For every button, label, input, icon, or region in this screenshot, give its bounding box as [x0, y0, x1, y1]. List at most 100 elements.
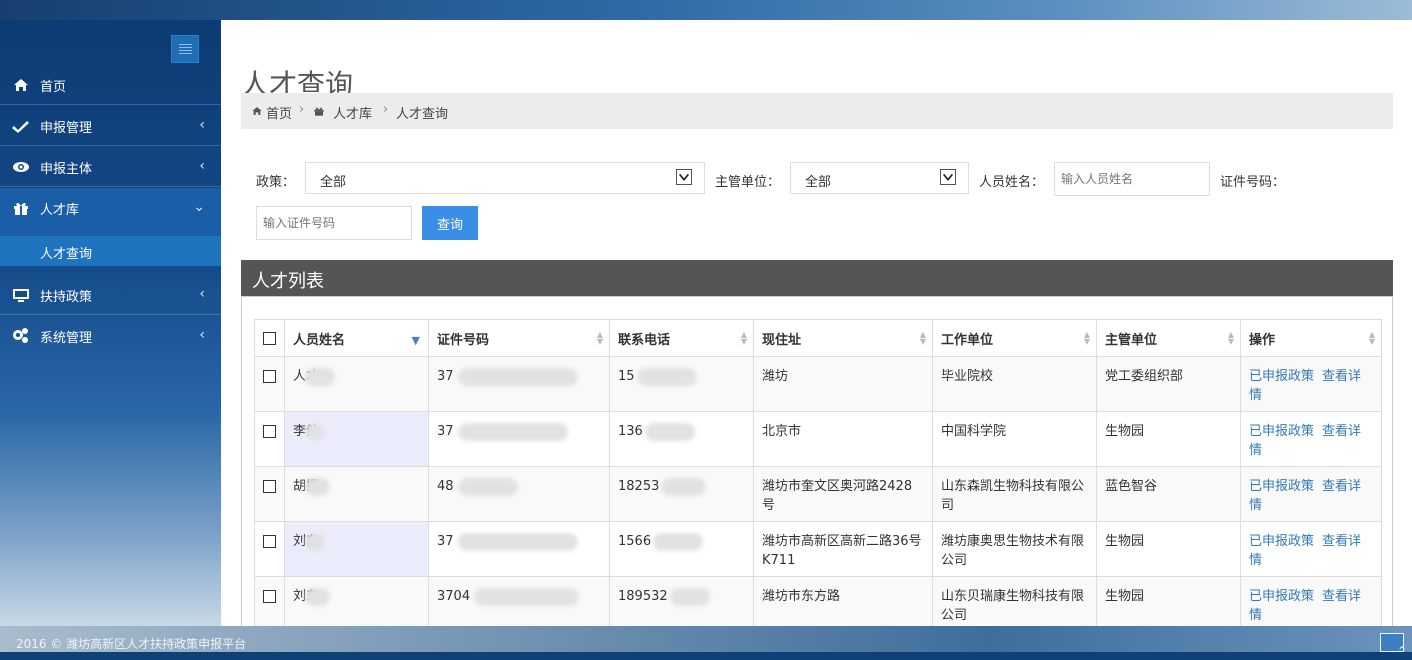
breadcrumb-current: 人才查询 [396, 107, 449, 122]
cell-actions: 已申报政策 查看详情 [1240, 466, 1382, 522]
applied-policies-link[interactable]: 已申报政策 [1249, 479, 1314, 494]
sidebar-item-label: 申报管理 [40, 121, 93, 136]
cell-phone: 15 [609, 356, 754, 412]
cell-name: 李他 [284, 411, 429, 467]
select-all-checkbox[interactable] [263, 331, 276, 345]
sidebar-item-system[interactable]: 系统管理 ‹ [0, 316, 221, 356]
redaction-blur [653, 532, 704, 551]
sidebar-item-talent-pool[interactable]: 人才库 ⌄ [0, 188, 221, 228]
breadcrumb-separator: › [299, 102, 305, 117]
sort-icon: ▲ ▼ [1368, 330, 1375, 346]
redaction-blur [636, 367, 697, 386]
cell-address: 潍坊市东方路 [753, 576, 933, 626]
sidebar: 首页 申报管理 ‹ 申报主体 ‹ 人才库 ⌄ 人才查询 扶持政策 ‹ 系统管理 … [0, 20, 221, 626]
monitor-icon [13, 289, 29, 302]
sort-icon: ▲ ▼ [740, 330, 747, 346]
redaction-blur [457, 477, 518, 496]
row-checkbox[interactable] [263, 590, 276, 603]
sidebar-item-policy[interactable]: 扶持政策 ‹ [0, 275, 221, 315]
redaction-blur [305, 367, 336, 386]
cell-phone: 136 [609, 411, 754, 467]
cell-actions: 已申报政策 查看详情 [1240, 356, 1382, 412]
cell-name: 刘东 [284, 521, 429, 577]
copyright-text: 2016 © 潍坊高新区人才扶持政策申报平台 [16, 637, 247, 651]
row-checkbox[interactable] [263, 535, 276, 548]
cell-actions: 已申报政策 查看详情 [1240, 411, 1382, 467]
sidebar-item-label: 扶持政策 [40, 290, 93, 305]
applied-policies-link[interactable]: 已申报政策 [1249, 589, 1314, 604]
cell-id: 3704 [428, 576, 610, 626]
cell-address: 潍坊市高新区高新二路36号K711 [753, 521, 933, 577]
home-icon [252, 107, 262, 115]
row-select-cell [254, 521, 285, 577]
id-number-input[interactable] [256, 206, 412, 240]
sidebar-item-label: 人才库 [40, 203, 80, 218]
column-header-id[interactable]: 证件号码 ▲ ▼ [428, 319, 610, 357]
table-row: 刘东371566潍坊市高新区高新二路36号K711潍坊康奥思生物技术有限公司生物… [254, 521, 1382, 577]
chevron-down-icon [940, 169, 956, 185]
redaction-blur [474, 587, 580, 606]
chevron-down-icon: ⌄ [193, 199, 205, 215]
cell-employer: 潍坊康奥思生物技术有限公司 [932, 521, 1097, 577]
sidebar-item-subject[interactable]: 申报主体 ‹ [0, 147, 221, 187]
table-row: 人才3715潍坊毕业院校党工委组织部已申报政策查看详情 [254, 356, 1382, 412]
breadcrumb-home[interactable]: 首页 [266, 103, 292, 122]
cell-name: 人才 [284, 356, 429, 412]
gears-icon [13, 328, 28, 343]
redaction-blur [669, 587, 710, 606]
chevron-left-icon: ‹ [199, 158, 205, 174]
check-icon [12, 121, 29, 133]
table-row: 胡振4818253潍坊市奎文区奥河路2428号山东森凯生物科技有限公司蓝色智谷已… [254, 466, 1382, 522]
main-content: 人才查询 首页 › 人才库 › 人才查询 政策： 全部 主管单位： 全部 人员姓… [221, 20, 1412, 626]
name-input[interactable] [1054, 162, 1210, 196]
dept-select-value: 全部 [805, 175, 832, 190]
footer: 2016 © 潍坊高新区人才扶持政策申报平台 ⌃ [0, 626, 1412, 658]
sidebar-item-declaration[interactable]: 申报管理 ‹ [0, 106, 221, 146]
cell-dept: 蓝色智谷 [1096, 466, 1241, 522]
row-checkbox[interactable] [263, 480, 276, 493]
row-select-cell [254, 466, 285, 522]
sidebar-item-label: 系统管理 [40, 331, 93, 346]
back-to-top-button[interactable]: ⌃ [1380, 633, 1407, 658]
table-row: 刘东3704189532潍坊市东方路山东贝瑞康生物科技有限公司生物园已申报政策查… [254, 576, 1382, 626]
redaction-blur [305, 422, 326, 441]
table-row: 李他37136北京市中国科学院生物园已申报政策查看详情 [254, 411, 1382, 467]
column-header-address[interactable]: 现住址 ▲ ▼ [753, 319, 933, 357]
policy-label: 政策： [256, 175, 296, 190]
sort-icon: ▲ ▼ [1227, 330, 1234, 346]
sidebar-item-home[interactable]: 首页 [0, 65, 221, 105]
sidebar-subitem-talent-query[interactable]: 人才查询 [0, 236, 221, 266]
row-checkbox[interactable] [263, 425, 276, 438]
applied-policies-link[interactable]: 已申报政策 [1249, 424, 1314, 439]
panel-body: 人员姓名 ▼ 证件号码 ▲ ▼ 联系电话 ▲ ▼ 现住址 ▲ ▼ 工作单位 ▲ ▼ 主管单位 ▲ ▼ … [241, 296, 1393, 626]
column-header-actions[interactable]: 操作 ▲ ▼ [1240, 319, 1382, 357]
applied-policies-link[interactable]: 已申报政策 [1249, 369, 1314, 384]
row-checkbox[interactable] [263, 370, 276, 383]
cell-employer: 中国科学院 [932, 411, 1097, 467]
chevron-left-icon: ‹ [199, 117, 205, 133]
column-header-employer[interactable]: 工作单位 ▲ ▼ [932, 319, 1097, 357]
column-header-name[interactable]: 人员姓名 ▼ [284, 319, 429, 357]
gift-icon [314, 107, 324, 116]
policy-select[interactable]: 全部 [305, 162, 705, 194]
applied-policies-link[interactable]: 已申报政策 [1249, 534, 1314, 549]
breadcrumb: 首页 › 人才库 › 人才查询 [241, 93, 1393, 129]
cell-name: 刘东 [284, 576, 429, 626]
panel-header: 人才列表 [241, 260, 1393, 296]
redaction-blur [305, 532, 326, 551]
menu-toggle-button[interactable] [171, 35, 199, 63]
cell-id: 48 [428, 466, 610, 522]
cell-id: 37 [428, 356, 610, 412]
row-select-cell [254, 576, 285, 626]
column-header-dept[interactable]: 主管单位 ▲ ▼ [1096, 319, 1241, 357]
dept-select[interactable]: 全部 [790, 162, 969, 194]
cell-dept: 党工委组织部 [1096, 356, 1241, 412]
breadcrumb-talent-pool[interactable]: 人才库 [333, 103, 372, 122]
column-header-phone[interactable]: 联系电话 ▲ ▼ [609, 319, 754, 357]
gift-icon [14, 202, 28, 215]
redaction-blur [457, 367, 578, 386]
row-select-cell [254, 356, 285, 412]
query-button[interactable]: 查询 [422, 206, 478, 240]
cell-address: 潍坊 [753, 356, 933, 412]
cell-dept: 生物园 [1096, 521, 1241, 577]
